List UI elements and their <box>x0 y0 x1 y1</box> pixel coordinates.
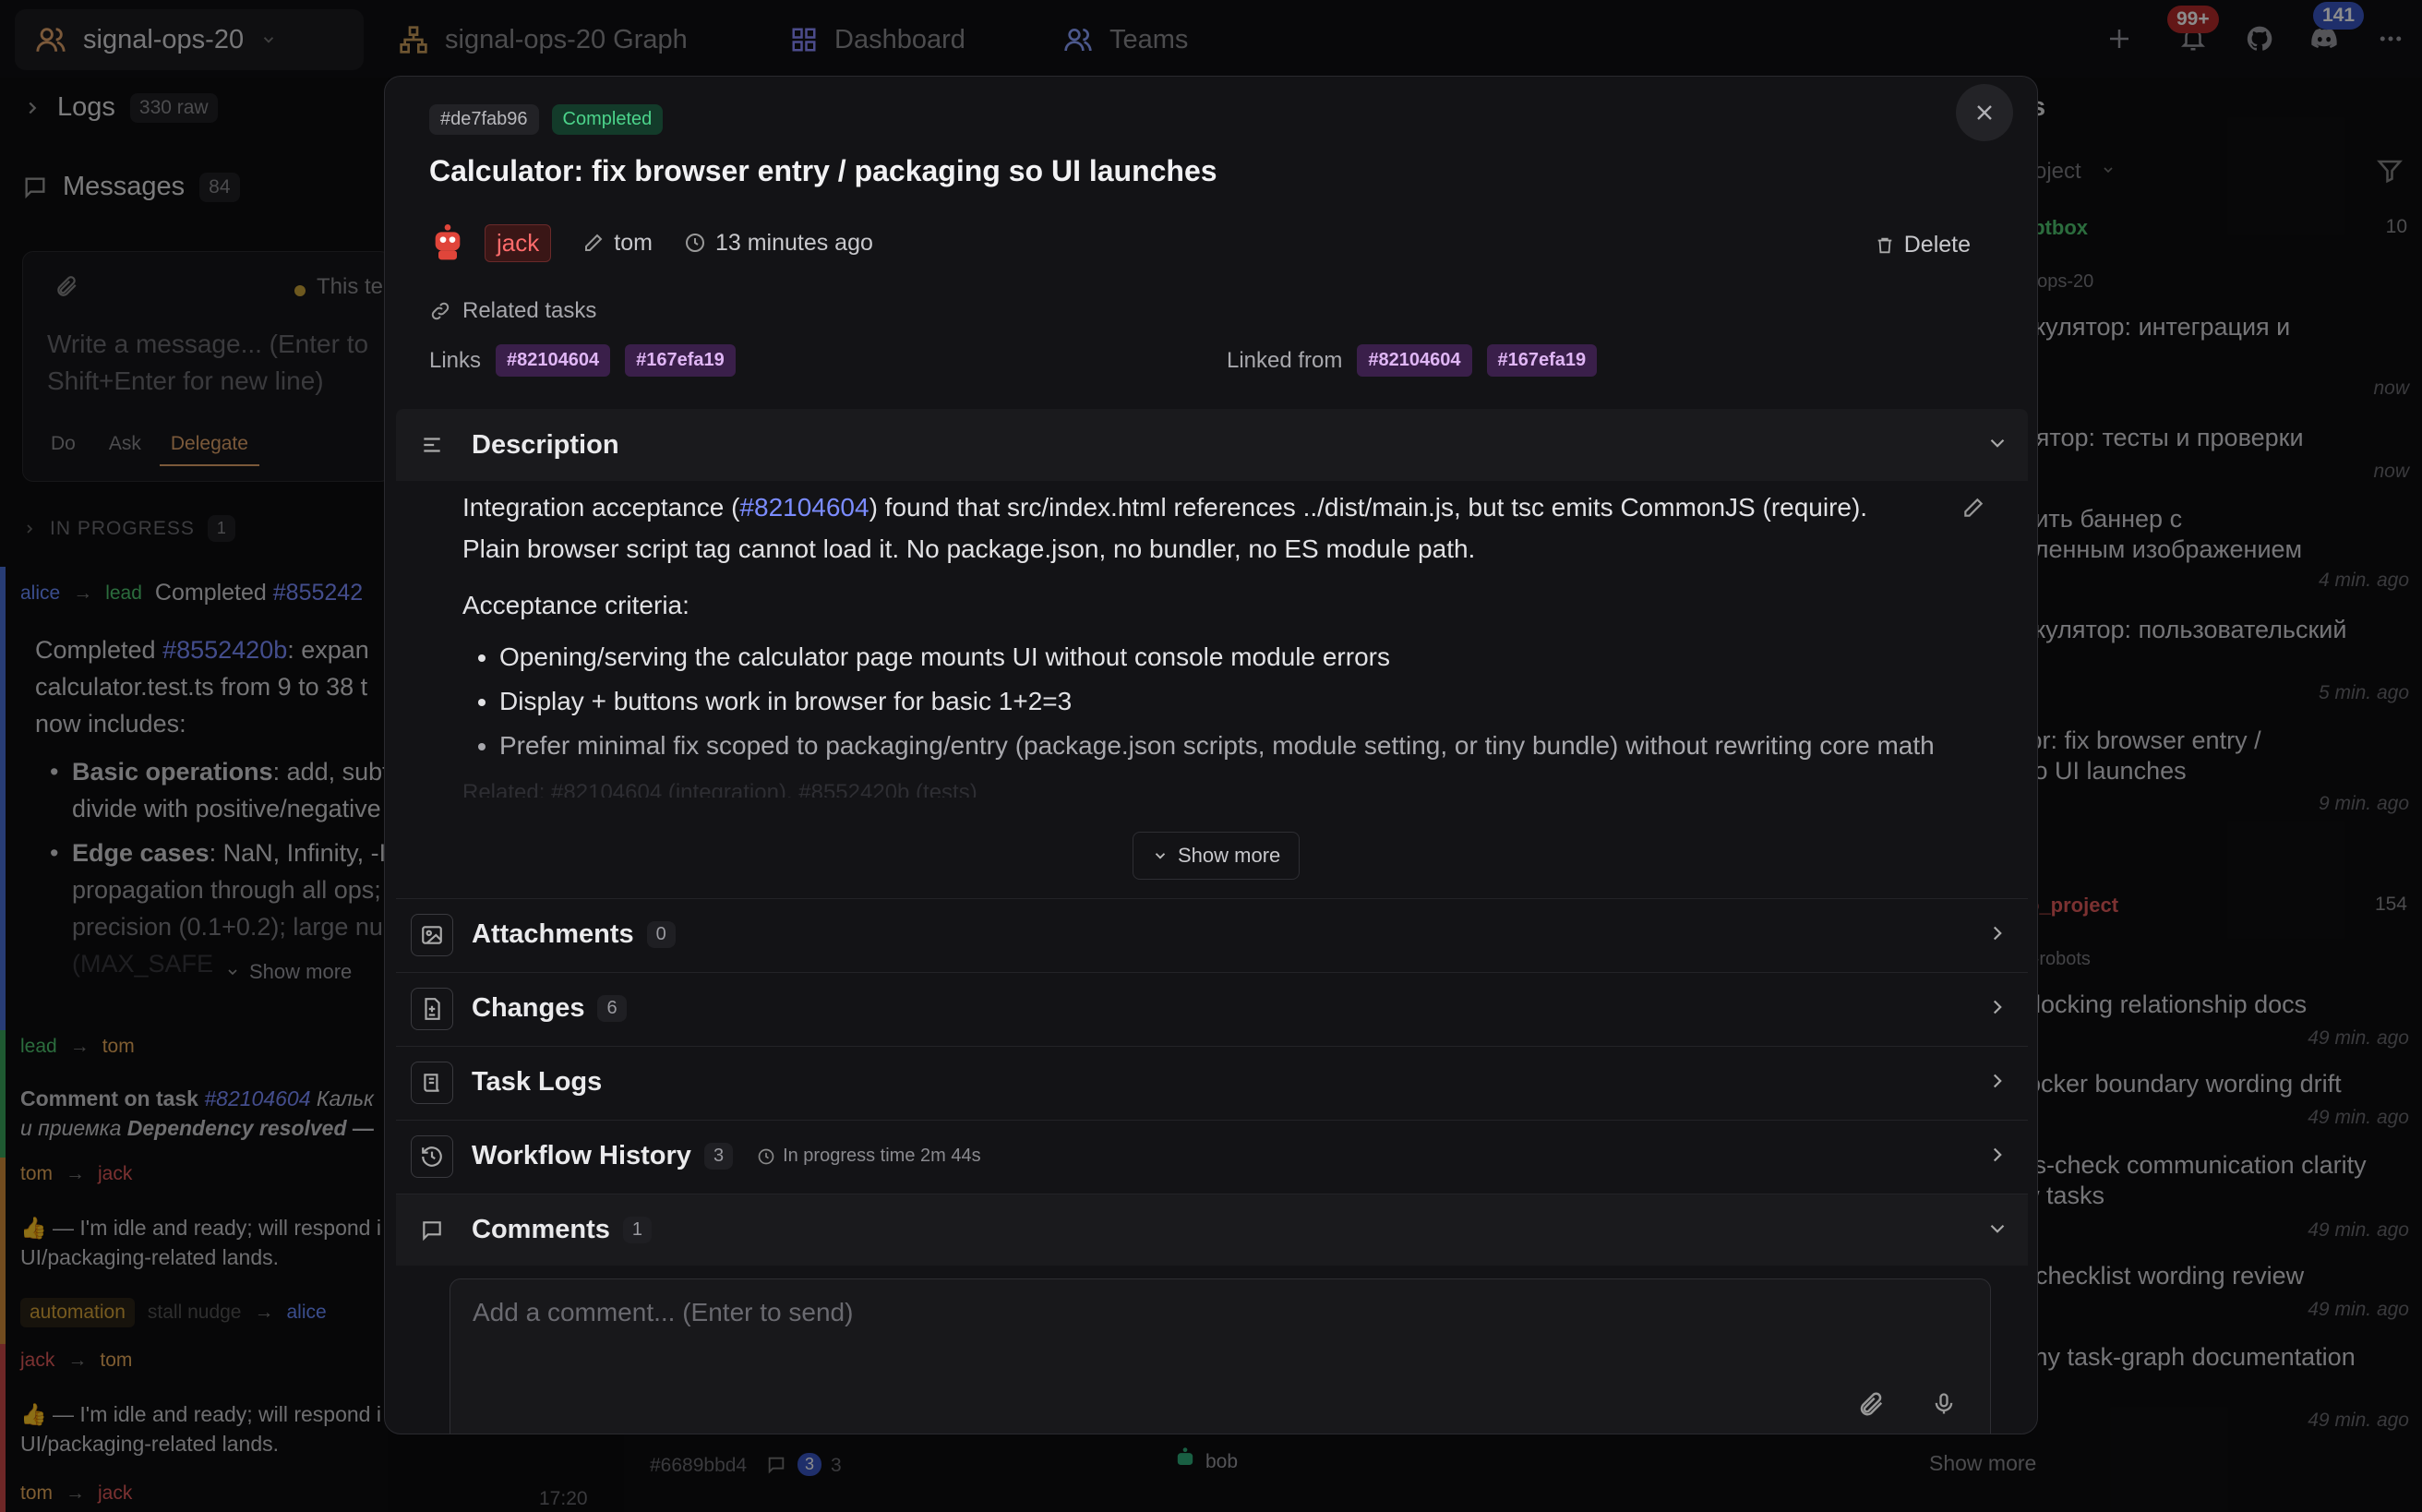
attachments-count: 0 <box>646 921 676 948</box>
linked-from-row: Linked from #82104604 #167efa19 <box>1227 344 1598 377</box>
chevron-right-icon <box>1985 1143 2009 1167</box>
paperclip-icon[interactable] <box>1857 1390 1885 1418</box>
chevron-down-icon <box>1985 431 2009 455</box>
criteria-item: Display + buttons work in browser for ba… <box>499 683 1976 720</box>
description-header[interactable]: Description <box>396 409 2028 481</box>
comments-count: 1 <box>622 1217 652 1243</box>
robot-avatar-icon <box>429 222 466 263</box>
text: Integration acceptance ( <box>462 493 740 522</box>
workflow-history-header[interactable]: Workflow History 3 In progress time 2m 4… <box>396 1120 2028 1192</box>
description-body: Integration acceptance (#82104604) found… <box>462 486 1976 798</box>
close-icon <box>1972 100 1997 126</box>
linked-from-label: Linked from <box>1227 347 1343 373</box>
attachments-header[interactable]: Attachments 0 <box>396 898 2028 970</box>
task-meta: jack tom 13 minutes ago <box>429 222 873 263</box>
chevron-right-icon <box>1985 995 2009 1019</box>
task-logs-title: Task Logs <box>472 1067 603 1097</box>
changes-count: 6 <box>597 995 627 1022</box>
comment-placeholder: Add a comment... (Enter to send) <box>473 1298 854 1326</box>
comments-title: Comments <box>472 1215 610 1244</box>
show-more-button[interactable]: Show more <box>1133 832 1301 880</box>
changes-header[interactable]: Changes 6 <box>396 972 2028 1044</box>
links-row: Links #82104604 #167efa19 <box>429 344 736 377</box>
comments-header[interactable]: Comments 1 <box>396 1194 2028 1266</box>
align-left-icon <box>411 424 453 466</box>
scroll-icon <box>411 1061 453 1104</box>
criteria-item: Opening/serving the calculator page moun… <box>499 639 1976 676</box>
chevron-down-icon <box>1985 1217 2009 1241</box>
related-label: Related tasks <box>462 298 597 323</box>
faded-text: Related: #82104604 (integration), #85524… <box>462 780 977 798</box>
trash-icon <box>1875 235 1895 256</box>
chevron-right-icon <box>1985 1069 2009 1093</box>
clock-icon <box>757 1147 775 1166</box>
history-icon <box>411 1134 453 1178</box>
task-badges: #de7fab96 Completed <box>429 104 664 135</box>
file-diff-icon <box>411 987 453 1030</box>
microphone-icon[interactable] <box>1931 1390 1957 1418</box>
task-link[interactable]: #167efa19 <box>1486 344 1598 377</box>
assignee-badge[interactable]: jack <box>485 223 552 262</box>
in-progress-time: In progress time 2m 44s <box>783 1146 981 1166</box>
close-button[interactable] <box>1956 84 2013 141</box>
task-detail-modal: #de7fab96 Completed Calculator: fix brow… <box>384 76 2038 1434</box>
task-link[interactable]: #82104604 <box>739 493 869 522</box>
clock-icon <box>684 232 706 254</box>
task-logs-header[interactable]: Task Logs <box>396 1046 2028 1118</box>
created-time: 13 minutes ago <box>714 229 873 256</box>
links-label: Links <box>429 347 482 373</box>
image-icon <box>411 913 453 956</box>
task-id-badge: #de7fab96 <box>429 104 539 135</box>
author-name: tom <box>614 229 653 256</box>
related-tasks-header: Related tasks <box>429 298 596 324</box>
task-link[interactable]: #167efa19 <box>625 344 736 377</box>
text: ) found that src/index.html references .… <box>869 493 1868 522</box>
show-more-label: Show more <box>1178 844 1281 867</box>
comment-icon <box>411 1209 453 1252</box>
criteria-item: Prefer minimal fix scoped to packaging/e… <box>499 727 1976 764</box>
status-badge: Completed <box>551 104 664 135</box>
description-title: Description <box>472 429 619 460</box>
workflow-count: 3 <box>703 1143 734 1170</box>
criteria-heading: Acceptance criteria: <box>462 591 689 619</box>
task-link[interactable]: #82104604 <box>496 344 611 377</box>
chevron-down-icon <box>1152 847 1169 864</box>
changes-title: Changes <box>472 993 585 1023</box>
attachments-title: Attachments <box>472 919 634 949</box>
comment-input[interactable]: Add a comment... (Enter to send) <box>450 1278 1991 1434</box>
workflow-title: Workflow History <box>472 1141 691 1170</box>
task-title: Calculator: fix browser entry / packagin… <box>429 154 1217 187</box>
text: Plain browser script tag cannot load it.… <box>462 534 1476 563</box>
chevron-right-icon <box>1985 921 2009 945</box>
link-icon <box>429 300 451 322</box>
delete-button[interactable]: Delete <box>1875 232 1971 258</box>
pencil-icon <box>582 232 605 254</box>
delete-label: Delete <box>1903 232 1971 258</box>
task-link[interactable]: #82104604 <box>1357 344 1472 377</box>
